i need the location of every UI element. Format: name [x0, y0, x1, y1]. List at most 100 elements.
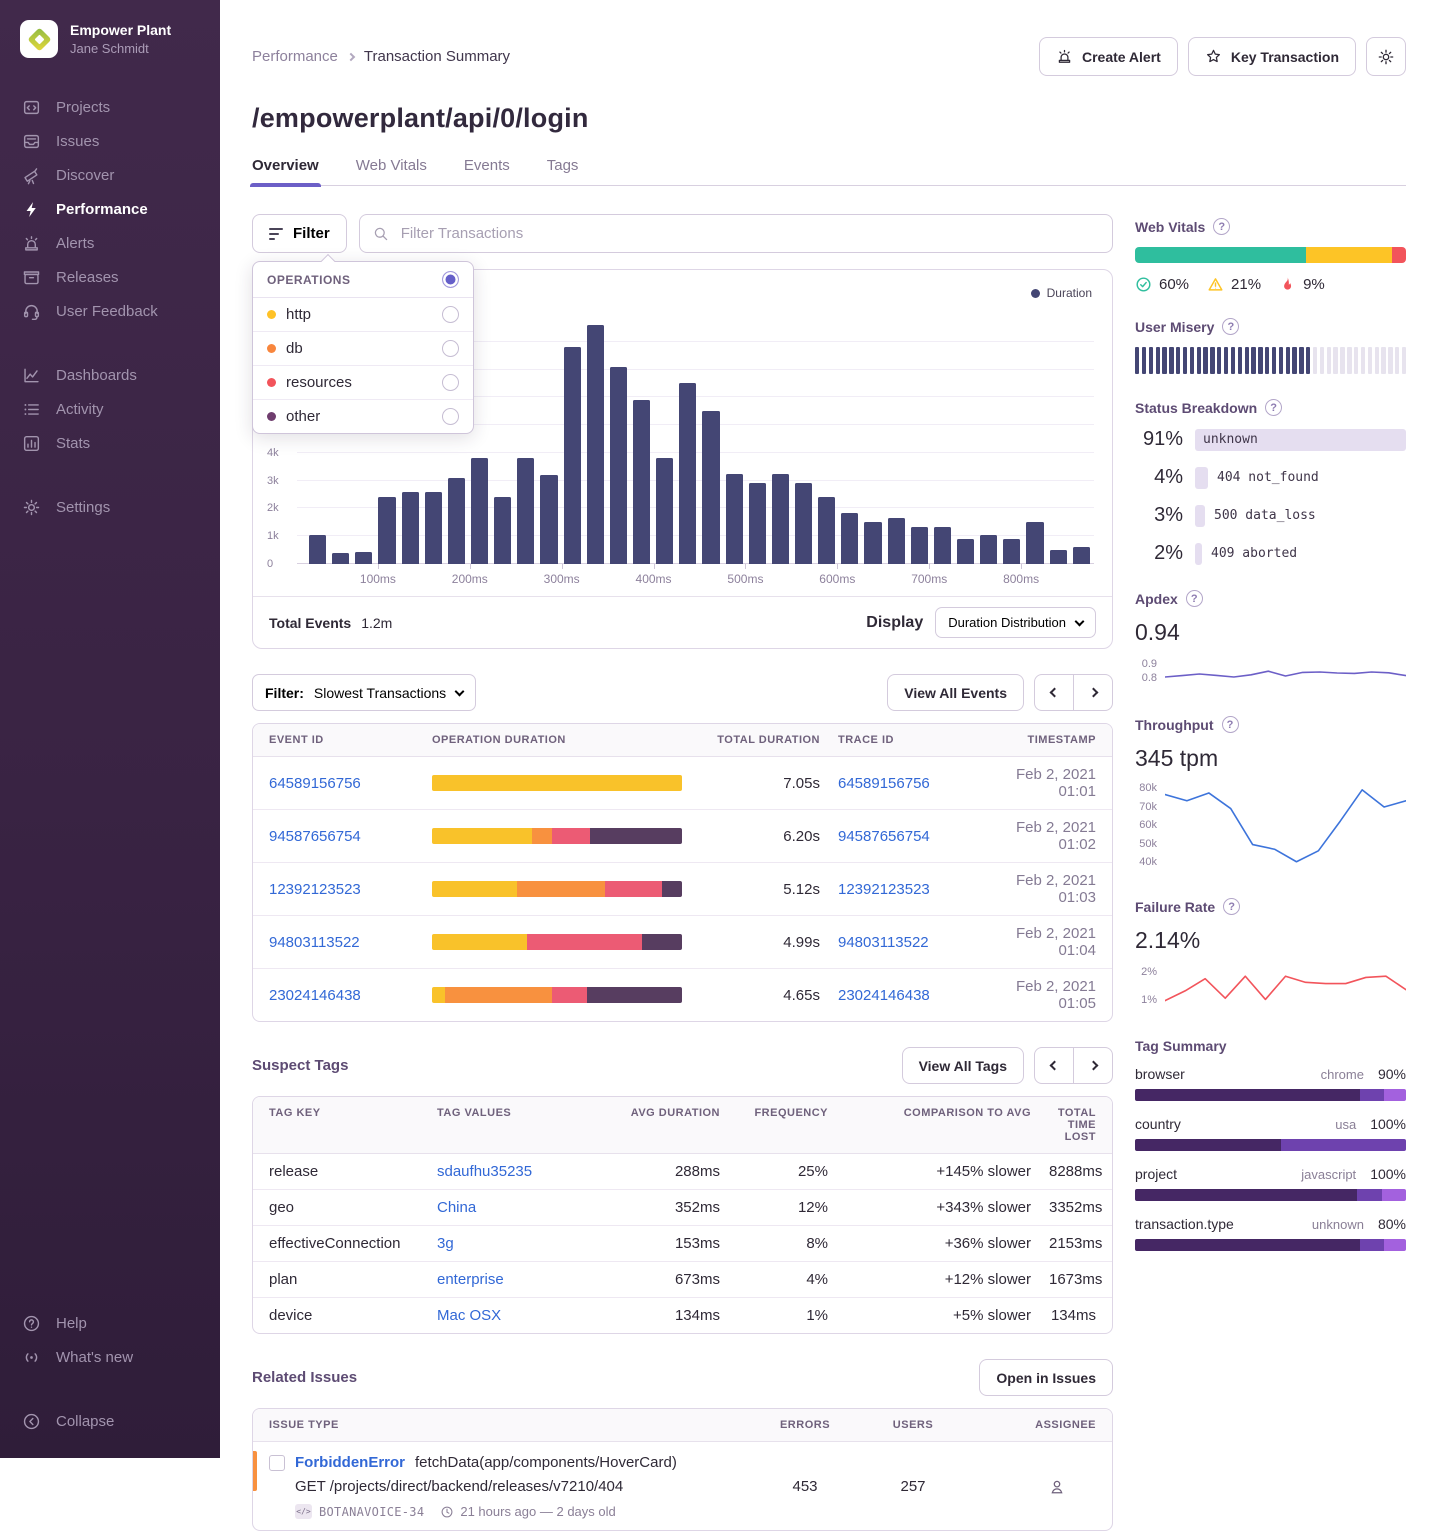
gear-icon [1377, 48, 1395, 66]
next-page-button[interactable] [1073, 674, 1113, 711]
org-switcher[interactable]: Empower Plant Jane Schmidt [0, 20, 220, 58]
tag-summary-rows: browserchrome90%countryusa100%projectjav… [1135, 1066, 1406, 1251]
next-page-button[interactable] [1073, 1047, 1113, 1084]
sidebar-item-discover[interactable]: Discover [0, 158, 220, 192]
issue-meta: </> BOTANAVOICE-34 21 hours ago — 2 days… [295, 1504, 742, 1519]
issue-checkbox[interactable] [269, 1455, 285, 1471]
sidebar-item-alerts[interactable]: Alerts [0, 226, 220, 260]
breadcrumb-performance[interactable]: Performance [252, 48, 338, 65]
apdex-value: 0.94 [1135, 619, 1406, 646]
sidebar-item-issues[interactable]: Issues [0, 124, 220, 158]
key-transaction-button[interactable]: Key Transaction [1188, 37, 1356, 76]
sidebar-item-releases[interactable]: Releases [0, 260, 220, 294]
operation-item-resources[interactable]: resources [253, 366, 473, 400]
transaction-filter-label: Filter: [265, 685, 304, 701]
trace-id-link[interactable]: 94803113522 [838, 934, 988, 951]
event-id-link[interactable]: 64589156756 [269, 775, 414, 792]
sidebar-item-label: User Feedback [56, 303, 158, 320]
apdex_trend-line [1165, 656, 1406, 691]
sidebar-item-collapse[interactable]: Collapse [0, 1404, 220, 1438]
operations-dropdown-header[interactable]: OPERATIONS [253, 262, 473, 298]
sidebar-nav: ProjectsIssuesDiscoverPerformanceAlertsR… [0, 90, 220, 1438]
table-row: planenterprise673ms4%+12% slower1673ms [253, 1262, 1112, 1298]
view-all-events-button[interactable]: View All Events [887, 674, 1024, 711]
filter-icon [269, 228, 283, 240]
histogram-bar [425, 492, 442, 564]
suspect-tags-table: TAG KEYTAG VALUESAVG DURATIONFREQUENCYCO… [252, 1096, 1113, 1334]
tab-web-vitals[interactable]: Web Vitals [356, 157, 427, 185]
misery-tick [1395, 347, 1399, 374]
event-id-link[interactable]: 94587656754 [269, 828, 414, 845]
tab-tags[interactable]: Tags [547, 157, 579, 185]
sidebar-item-help[interactable]: Help [0, 1306, 220, 1340]
status-row: 91%unknown [1135, 428, 1406, 451]
search-input[interactable] [399, 224, 1099, 243]
tag-key: effectiveConnection [269, 1235, 419, 1252]
status-row: 3%500 data_loss [1135, 504, 1406, 527]
code-icon: </> [295, 1504, 312, 1519]
tab-events[interactable]: Events [464, 157, 510, 185]
tag-value-link[interactable]: Mac OSX [437, 1307, 602, 1324]
sidebar-item-dashboards[interactable]: Dashboards [0, 358, 220, 392]
issue-type-link[interactable]: ForbiddenError [295, 1454, 405, 1471]
filter-button[interactable]: Filter [252, 214, 347, 253]
tag-value-link[interactable]: enterprise [437, 1271, 602, 1288]
prev-page-button[interactable] [1034, 674, 1074, 711]
tag-bar-segment [1357, 1189, 1381, 1201]
operation-item-other[interactable]: other [253, 400, 473, 433]
siren-icon [1056, 48, 1073, 65]
operation-item-db[interactable]: db [253, 332, 473, 366]
trace-id-link[interactable]: 12392123523 [838, 881, 988, 898]
sidebar-item-user-feedback[interactable]: User Feedback [0, 294, 220, 328]
status-percent: 4% [1135, 466, 1183, 489]
operations-all-radio[interactable] [442, 271, 459, 288]
sidebar-item-activity[interactable]: Activity [0, 392, 220, 426]
help-circle-icon[interactable]: ? [1222, 318, 1239, 335]
create-alert-button[interactable]: Create Alert [1039, 37, 1178, 76]
operation-radio-other[interactable] [442, 408, 459, 425]
event-id-link[interactable]: 12392123523 [269, 881, 414, 898]
tag-value-link[interactable]: 3g [437, 1235, 602, 1252]
issue-assignee[interactable] [976, 1477, 1096, 1495]
open-in-issues-button[interactable]: Open in Issues [979, 1359, 1113, 1396]
sidebar-item-performance[interactable]: Performance [0, 192, 220, 226]
sidebar-item-projects[interactable]: Projects [0, 90, 220, 124]
help-circle-icon[interactable]: ? [1223, 898, 1240, 915]
tag-summary-row: projectjavascript100% [1135, 1166, 1406, 1201]
misery-tick [1272, 347, 1276, 374]
operation-item-http[interactable]: http [253, 298, 473, 332]
operation-radio-db[interactable] [442, 340, 459, 357]
tag-value-link[interactable]: sdaufhu35235 [437, 1163, 602, 1180]
operation-radio-resources[interactable] [442, 374, 459, 391]
event-id-link[interactable]: 23024146438 [269, 987, 414, 1004]
trace-id-link[interactable]: 94587656754 [838, 828, 988, 845]
sidebar-item-stats[interactable]: Stats [0, 426, 220, 460]
trace-id-link[interactable]: 64589156756 [838, 775, 988, 792]
settings-gear-button[interactable] [1366, 37, 1406, 76]
trace-id-link[interactable]: 23024146438 [838, 987, 988, 1004]
operation-radio-http[interactable] [442, 306, 459, 323]
throughput-title: Throughput [1135, 717, 1214, 733]
issue-main: ForbiddenError fetchData(app/components/… [269, 1454, 742, 1519]
sidebar-item-settings[interactable]: Settings [0, 490, 220, 524]
resources-segment [527, 934, 642, 950]
view-all-tags-button[interactable]: View All Tags [902, 1047, 1024, 1084]
nav-divider [0, 328, 220, 358]
histogram-bar [818, 497, 835, 564]
tab-overview[interactable]: Overview [252, 157, 319, 185]
help-circle-icon[interactable]: ? [1186, 590, 1203, 607]
frequency: 25% [738, 1163, 828, 1180]
tag-value-link[interactable]: China [437, 1199, 602, 1216]
tag-summary-title: Tag Summary [1135, 1038, 1227, 1054]
total-events: Total Events 1.2m [269, 615, 392, 631]
help-circle-icon[interactable]: ? [1265, 399, 1282, 416]
display-select[interactable]: Duration Distribution [935, 607, 1096, 638]
sidebar-item-whats-new[interactable]: What's new [0, 1340, 220, 1374]
help-circle-icon[interactable]: ? [1222, 716, 1239, 733]
transaction-filter-select[interactable]: Filter: Slowest Transactions [252, 674, 476, 711]
event-id-link[interactable]: 94803113522 [269, 934, 414, 951]
misery-tick [1306, 347, 1310, 374]
table-row: 645891567567.05s64589156756Feb 2, 2021 0… [253, 757, 1112, 810]
help-circle-icon[interactable]: ? [1213, 218, 1230, 235]
prev-page-button[interactable] [1034, 1047, 1074, 1084]
